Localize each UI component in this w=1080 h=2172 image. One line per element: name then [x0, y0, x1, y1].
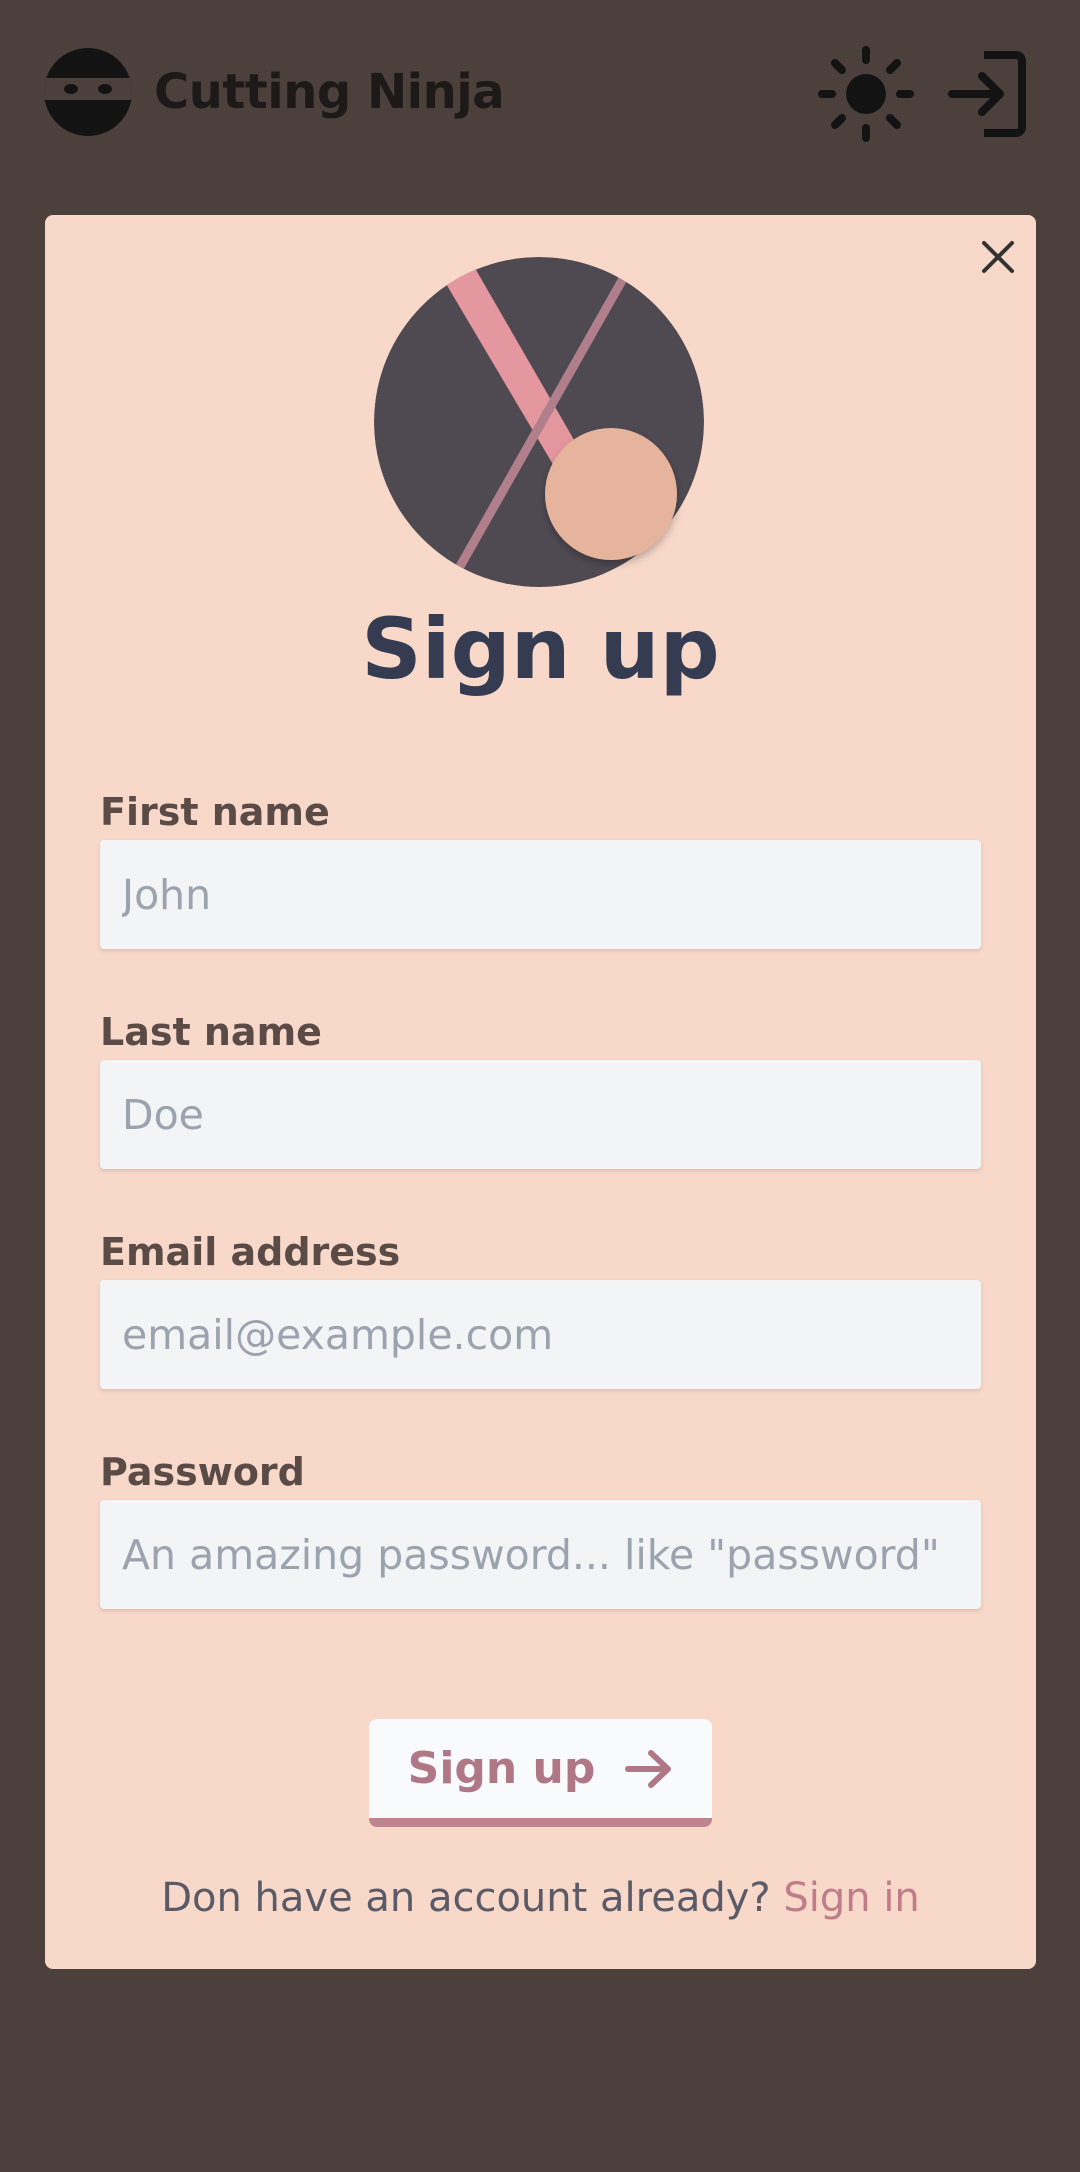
arrow-right-icon: [625, 1749, 672, 1788]
page-title: Sign up: [361, 600, 720, 698]
first-name-label: First name: [100, 790, 330, 834]
signup-modal: Sign up First name Last name Email addre…: [45, 215, 1036, 1969]
last-name-input[interactable]: [100, 1060, 981, 1169]
brand-home-link[interactable]: Cutting Ninja: [44, 48, 505, 136]
signin-prompt: Don have an account already? Sign in: [45, 1875, 1036, 1921]
last-name-label: Last name: [100, 1010, 322, 1054]
email-input[interactable]: [100, 1280, 981, 1389]
first-name-input[interactable]: [100, 840, 981, 949]
sign-in-link[interactable]: Sign in: [783, 1875, 919, 1921]
password-input[interactable]: [100, 1500, 981, 1609]
ninja-face-icon: [44, 48, 132, 136]
theme-toggle-button[interactable]: [818, 46, 914, 142]
password-label: Password: [100, 1450, 305, 1494]
app-header: Cutting Ninja: [0, 0, 1080, 190]
sign-up-button[interactable]: Sign up: [369, 1719, 712, 1827]
signin-prompt-text: Don have an account already?: [161, 1875, 771, 1921]
hero-illustration: [374, 257, 704, 587]
email-label: Email address: [100, 1230, 401, 1274]
close-icon: [982, 241, 1014, 273]
brand-name: Cutting Ninja: [154, 64, 505, 120]
login-button[interactable]: [940, 46, 1036, 142]
sign-in-icon: [948, 51, 1026, 137]
sign-up-button-label: Sign up: [407, 1743, 596, 1794]
sun-icon: [818, 46, 914, 142]
close-button[interactable]: [974, 233, 1022, 281]
